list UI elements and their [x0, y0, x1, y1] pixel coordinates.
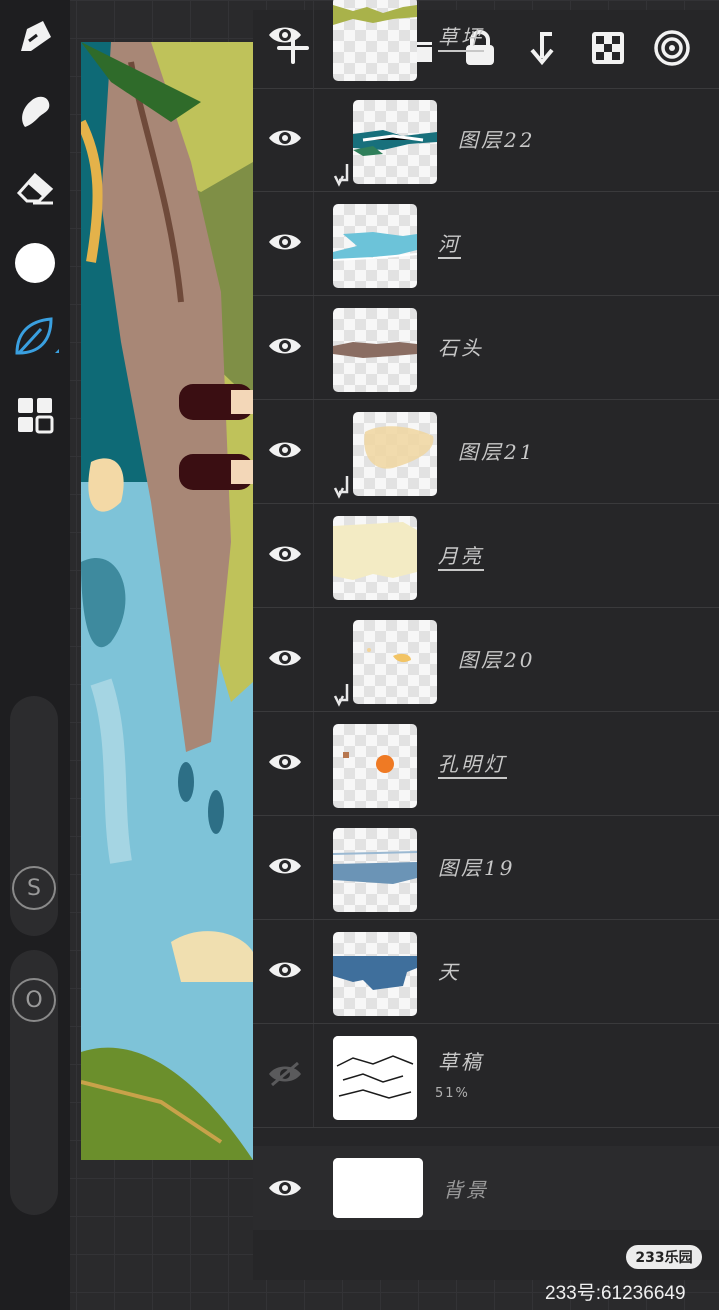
layers-grid-icon[interactable] [10, 390, 60, 440]
row-divider [313, 296, 314, 399]
layer-name[interactable]: 图层19 [438, 852, 515, 881]
layer-thumbnail[interactable] [333, 1036, 417, 1120]
eye-icon[interactable] [265, 950, 305, 990]
row-divider [313, 504, 314, 607]
layer-row[interactable]: 石头 [253, 296, 719, 400]
row-divider [313, 712, 314, 815]
layer-row[interactable]: 图层21 [253, 400, 719, 504]
layer-row[interactable]: 图层19 [253, 816, 719, 920]
size-slider-knob[interactable]: S [12, 866, 56, 910]
layer-row[interactable]: 草坪 [253, 0, 719, 89]
layer-row[interactable]: 背景 [253, 1146, 719, 1230]
layer-thumbnail[interactable] [333, 204, 417, 288]
watermark-id: 233号:61236649 [545, 1283, 686, 1304]
row-divider [313, 608, 314, 711]
row-divider [313, 192, 314, 295]
clipping-mask-icon [333, 684, 353, 710]
layer-name[interactable]: 天 [438, 956, 461, 985]
eye-icon[interactable] [265, 15, 305, 55]
layer-name[interactable]: 孔明灯 [438, 748, 507, 777]
layer-name[interactable]: 河 [438, 228, 461, 257]
eye-hidden-icon[interactable] [265, 1054, 305, 1094]
layer-thumbnail[interactable] [353, 620, 437, 704]
layer-thumbnail[interactable] [333, 308, 417, 392]
layer-row[interactable]: 月亮 [253, 504, 719, 608]
layer-name[interactable]: 草稿 [438, 1046, 484, 1075]
layer-name[interactable]: 图层22 [458, 124, 535, 153]
layer-row[interactable]: 图层20 [253, 608, 719, 712]
eye-icon[interactable] [265, 222, 305, 262]
color-swatch[interactable] [10, 238, 60, 288]
layer-row[interactable]: 草稿 51% [253, 1024, 719, 1128]
eraser-icon[interactable] [10, 162, 60, 212]
layer-name[interactable]: 草坪 [438, 21, 484, 50]
layer-thumbnail[interactable] [333, 724, 417, 808]
layer-name[interactable]: 月亮 [438, 540, 484, 569]
layer-thumbnail[interactable] [333, 828, 417, 912]
clipping-mask-icon [333, 476, 353, 502]
brush-opacity-slider[interactable]: O [10, 950, 58, 1215]
clipping-mask-icon [333, 164, 353, 190]
layer-opacity: 51% [435, 1086, 470, 1101]
brush-size-slider[interactable]: S [10, 696, 58, 936]
layer-thumbnail[interactable] [333, 516, 417, 600]
site-logo: 233乐园 [626, 1245, 702, 1269]
layer-row[interactable]: 孔明灯 [253, 712, 719, 816]
layer-name[interactable]: 图层21 [458, 436, 535, 465]
layer-row[interactable]: 河 [253, 192, 719, 296]
eye-icon[interactable] [265, 430, 305, 470]
eye-icon[interactable] [265, 846, 305, 886]
tool-bar: S O [0, 0, 70, 1310]
layer-thumbnail[interactable] [333, 932, 417, 1016]
layer-row[interactable]: 天 [253, 920, 719, 1024]
layer-row[interactable]: 图层22 [253, 88, 719, 192]
eye-icon[interactable] [265, 534, 305, 574]
row-divider [313, 0, 314, 88]
eye-icon[interactable] [265, 118, 305, 158]
brush-icon[interactable] [10, 12, 60, 62]
layer-thumbnail[interactable] [353, 100, 437, 184]
row-divider [313, 88, 314, 191]
eye-icon[interactable] [265, 1168, 305, 1208]
eye-icon[interactable] [265, 742, 305, 782]
layers-panel: 草坪图层22 河石头图层21 月亮图层20 孔明灯图层19 天草稿 51% 背景 [253, 0, 719, 1280]
row-divider [313, 920, 314, 1023]
layer-thumbnail[interactable] [333, 1158, 423, 1218]
layer-name[interactable]: 背景 [443, 1174, 489, 1203]
row-divider [313, 1024, 314, 1127]
row-divider [313, 816, 314, 919]
eye-icon[interactable] [265, 326, 305, 366]
opacity-slider-knob[interactable]: O [12, 978, 56, 1022]
row-divider [313, 400, 314, 503]
smudge-icon[interactable] [10, 86, 60, 136]
layer-name[interactable]: 石头 [438, 332, 484, 361]
drawing-canvas[interactable] [81, 42, 253, 1160]
layer-name[interactable]: 图层20 [458, 644, 535, 673]
layer-thumbnail[interactable] [353, 412, 437, 496]
layer-thumbnail[interactable] [333, 0, 417, 81]
leaf-brush-icon[interactable] [10, 312, 60, 362]
eye-icon[interactable] [265, 638, 305, 678]
